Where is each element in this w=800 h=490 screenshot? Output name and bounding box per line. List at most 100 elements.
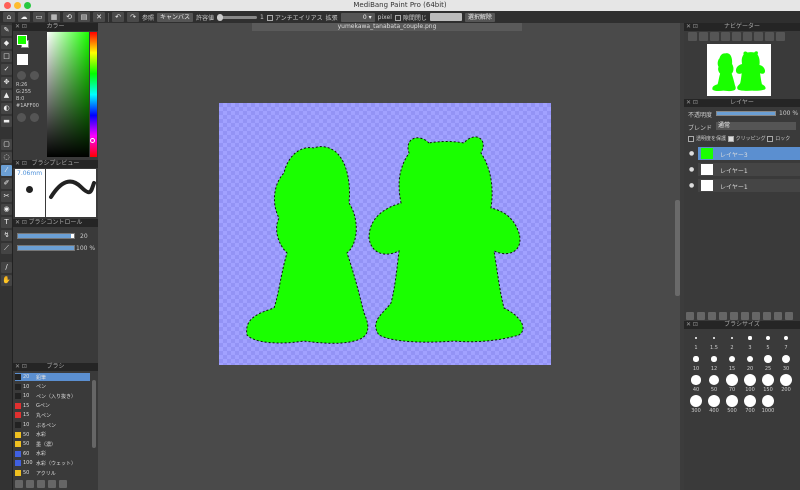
select-eraser-tool-icon[interactable]: ✂ [1, 191, 12, 202]
brush-tool-icon[interactable]: ✎ [1, 25, 12, 36]
new-halftone-layer-icon[interactable] [697, 312, 705, 320]
zoom-out-icon[interactable] [699, 32, 708, 41]
grid-icon[interactable]: ▦ [48, 12, 60, 22]
primary-color-swatch[interactable] [17, 35, 27, 45]
palette-icon[interactable] [17, 71, 26, 80]
visibility-icon[interactable]: ● [689, 166, 694, 173]
eraser-tool-icon[interactable]: ◆ [1, 38, 12, 49]
color-wheel-icon[interactable] [17, 113, 26, 122]
antialias-checkbox[interactable]: アンチエイリアス [266, 13, 323, 22]
operation-tool-icon[interactable]: ↯ [1, 230, 12, 241]
lasso-tool-icon[interactable]: ◌ [1, 152, 12, 163]
saturation-value-picker[interactable] [47, 32, 89, 157]
select-pen-tool-icon[interactable]: ✐ [1, 178, 12, 189]
magic-wand-tool-icon[interactable]: ⁄ [1, 165, 12, 176]
visibility-icon[interactable]: ● [689, 182, 694, 189]
brush-size-preset[interactable] [730, 336, 734, 340]
brush-size-preset[interactable] [693, 356, 699, 362]
rotate-left-icon[interactable] [732, 32, 741, 41]
close-icon[interactable]: ✕ ⊡ [15, 23, 27, 31]
gap-close-checkbox[interactable]: 隙間閉じ [394, 13, 427, 22]
layout-icon[interactable]: ▤ [78, 12, 90, 22]
redo-icon[interactable]: ↷ [127, 12, 139, 22]
antialias-check[interactable] [266, 15, 273, 21]
delete-brush-icon[interactable] [59, 480, 67, 488]
select-rect-tool-icon[interactable]: ▢ [1, 139, 12, 150]
fill-tool-icon[interactable]: ▲ [1, 90, 12, 101]
brush-size-preset[interactable] [744, 395, 756, 407]
zoom-in-icon[interactable] [688, 32, 697, 41]
cloud-icon[interactable]: ☁ [18, 12, 30, 22]
settings-brush-icon[interactable] [37, 480, 45, 488]
hue-cursor[interactable] [90, 138, 95, 143]
flip-vertical-icon[interactable] [776, 32, 785, 41]
canvas[interactable] [219, 103, 551, 365]
duplicate-brush-icon[interactable] [26, 480, 34, 488]
brush-size-preset[interactable] [711, 356, 717, 362]
deselect-button[interactable]: 選択解除 [464, 12, 495, 22]
clipping-checkbox[interactable] [727, 135, 734, 142]
brush-size-preset[interactable] [764, 355, 772, 363]
brush-size-preset[interactable] [783, 335, 789, 341]
close-icon[interactable]: ✕ ⊡ [15, 160, 27, 168]
navigator-thumbnail[interactable] [707, 44, 771, 96]
color-slider-icon[interactable] [30, 113, 39, 122]
brush-size-preset[interactable] [780, 374, 792, 386]
brush-list-item[interactable]: 15 Gペン [15, 402, 90, 410]
brush-size-preset[interactable] [746, 355, 754, 363]
close-icon[interactable]: ✕ ⊡ [686, 23, 698, 31]
merge-down-icon[interactable] [741, 312, 749, 320]
reset-rotation-icon[interactable] [754, 32, 763, 41]
layer-item[interactable]: レイヤー3 [698, 147, 800, 160]
layer-item[interactable]: レイヤー1 [698, 179, 800, 192]
bucket-tool-icon[interactable]: ◐ [1, 103, 12, 114]
brush-size-preset[interactable] [708, 395, 720, 407]
close-icon[interactable]: ✕ ⊡ [15, 219, 27, 227]
move-down-icon[interactable] [774, 312, 782, 320]
text-tool-icon[interactable]: T [1, 217, 12, 228]
brush-list-item[interactable]: 15 丸ペン [15, 411, 90, 419]
brush-list-item[interactable]: 20 鉛筆 [15, 373, 90, 381]
duplicate-layer-icon[interactable] [730, 312, 738, 320]
visibility-icon[interactable]: ● [689, 150, 694, 157]
brush-size-preset[interactable] [766, 336, 770, 340]
brush-size-preset[interactable] [781, 354, 791, 364]
brush-list-item[interactable]: 100 水彩（ウェット） [15, 459, 90, 467]
expand-stepper[interactable]: 0 ▾ [340, 12, 375, 22]
new-folder-icon[interactable] [719, 312, 727, 320]
brush-size-preset[interactable] [690, 395, 702, 407]
tolerance-slider[interactable] [217, 13, 258, 21]
shape-tool-icon[interactable]: □ [1, 51, 12, 62]
brush-list-item[interactable]: 50 水彩 [15, 431, 90, 439]
brush-size-slider[interactable] [17, 233, 75, 239]
transparent-color-swatch[interactable] [17, 54, 28, 65]
hand-tool-icon[interactable]: ✋ [1, 275, 12, 286]
close-icon[interactable]: ✕ ⊡ [686, 321, 698, 329]
brush-list-item[interactable]: 50 アクリル [15, 469, 90, 477]
gradient-tool-icon[interactable]: ▬ [1, 116, 12, 127]
new-layer-icon[interactable] [686, 312, 694, 320]
flip-icon[interactable] [765, 32, 774, 41]
pen-tool-icon[interactable]: / [1, 262, 12, 273]
move-tool-icon[interactable]: ✥ [1, 77, 12, 88]
move-up-icon[interactable] [763, 312, 771, 320]
check-tool-icon[interactable]: ✓ [1, 64, 12, 75]
folder-brush-icon[interactable] [48, 480, 56, 488]
brush-size-preset[interactable] [712, 336, 716, 340]
brush-size-preset[interactable] [748, 336, 752, 340]
actual-size-icon[interactable] [721, 32, 730, 41]
reference-select[interactable]: キャンバス [157, 12, 194, 22]
swap-icon[interactable] [30, 71, 39, 80]
eyedropper-tool-icon[interactable]: ⟋ [1, 243, 12, 254]
add-brush-icon[interactable] [15, 480, 23, 488]
dropper-tool-icon[interactable]: ◉ [1, 204, 12, 215]
protect-alpha-checkbox[interactable] [688, 135, 694, 142]
blend-select[interactable]: 通常 [716, 122, 796, 130]
undo-icon[interactable]: ↶ [112, 12, 124, 22]
brush-list-item[interactable]: 10 ぶるペン [15, 421, 90, 429]
brush-size-preset[interactable] [744, 374, 756, 386]
rotate-icon[interactable]: ⟲ [63, 12, 75, 22]
brush-list-item[interactable]: 10 ペン（入り抜き） [15, 392, 90, 400]
brush-size-preset[interactable] [728, 355, 735, 362]
brush-size-preset[interactable] [726, 395, 738, 407]
